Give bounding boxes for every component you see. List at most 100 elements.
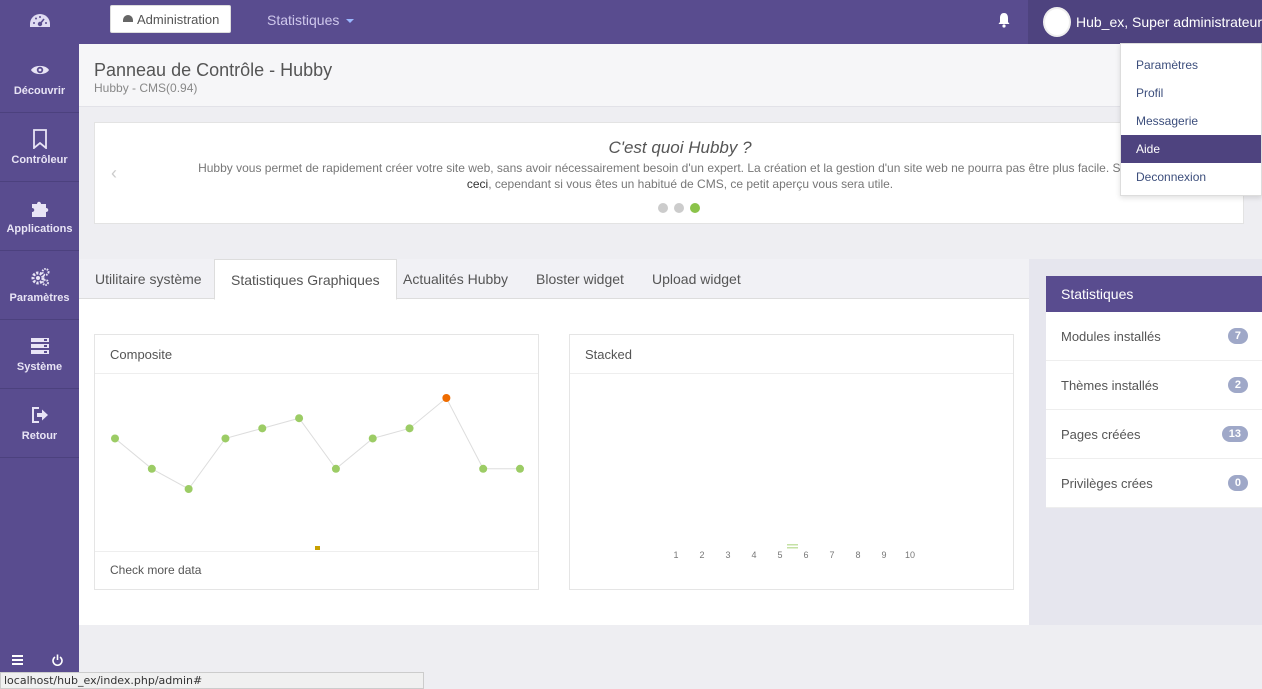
intro-carousel: C'est quoi Hubby ? ‹ Hubby vous permet d…: [94, 122, 1244, 224]
composite-chart: [111, 394, 524, 550]
sidebar-item-label: Système: [16, 360, 63, 373]
dashboard-logo[interactable]: [0, 0, 79, 44]
sidebar-footer: [0, 653, 79, 673]
stacked-chart: 1 2 3 4 5 6 7 8 9 10: [673, 544, 915, 560]
sidebar-item-label: Contrôleur: [11, 153, 68, 166]
page-subtitle: Hubby - CMS(0.94): [94, 81, 198, 95]
data-point: [331, 464, 340, 473]
statistics-box: Statistiques Modules installés 7 Thèmes …: [1046, 276, 1262, 508]
sidebar-item-label: Applications: [6, 222, 73, 235]
highlight-point: [442, 394, 451, 402]
user-dropdown-menu: Paramètres Profil Messagerie Aide Deconn…: [1120, 43, 1262, 196]
data-point: [147, 464, 156, 473]
menu-icon[interactable]: [12, 655, 23, 665]
data-point: [111, 434, 119, 443]
dashboard-icon: [29, 14, 50, 27]
page-header: Panneau de Contrôle - Hubby Hubby - CMS(…: [79, 44, 1262, 107]
caret-down-icon: [346, 19, 355, 23]
statistiques-menu[interactable]: Statistiques: [267, 12, 355, 28]
tick-label: 5: [777, 550, 782, 560]
sidebar-item-label: Paramètres: [9, 291, 70, 304]
data-point: [221, 434, 230, 443]
stacked-card: Stacked 1 2 3 4 5 6 7 8 9 10: [569, 334, 1014, 590]
stat-badge: 13: [1221, 426, 1248, 442]
composite-card: Composite Check more data: [94, 334, 539, 590]
eye-icon: [30, 65, 49, 74]
carousel-text-rest: , cependant si vous êtes un habitué de C…: [488, 177, 894, 191]
tick-label: 3: [725, 550, 730, 560]
sidebar-item-parametres[interactable]: Paramètres: [0, 251, 79, 320]
tick-label: 2: [699, 550, 704, 560]
tab-bloster-widget[interactable]: Bloster widget: [520, 259, 640, 299]
stat-label: Thèmes installés: [1061, 377, 1159, 393]
menu-item-parametres[interactable]: Paramètres: [1121, 51, 1261, 79]
bell-icon[interactable]: [996, 11, 1012, 29]
tab-utilitaire-systeme[interactable]: Utilitaire système: [79, 259, 218, 299]
card-title: Stacked: [570, 335, 1013, 374]
server-icon: [30, 337, 49, 354]
stack-mark: [787, 544, 798, 546]
page-title: Panneau de Contrôle - Hubby: [94, 60, 333, 80]
sidebar-item-controleur[interactable]: Contrôleur: [0, 113, 79, 182]
stat-row-modules[interactable]: Modules installés 7: [1046, 312, 1262, 361]
data-point: [516, 464, 524, 473]
avatar: [1043, 7, 1071, 37]
tick-label: 4: [751, 550, 756, 560]
tick-label: 1: [673, 550, 678, 560]
tabs-panel: Utilitaire système Statistiques Graphiqu…: [79, 259, 1029, 625]
stat-badge: 2: [1227, 377, 1248, 393]
statistics-title: Statistiques: [1046, 276, 1262, 312]
sidebar: Découvrir Contrôleur Applications Paramè…: [0, 44, 79, 689]
tick-label: 6: [803, 550, 808, 560]
tab-actualites-hubby[interactable]: Actualités Hubby: [387, 259, 524, 299]
legend-marker: [315, 546, 320, 550]
carousel-link[interactable]: ceci: [467, 177, 488, 191]
administration-button[interactable]: Administration: [110, 5, 232, 33]
carousel-indicators: [658, 203, 700, 213]
carousel-text: Hubby vous permet de rapidement créer vo…: [198, 161, 1182, 175]
data-point: [479, 464, 488, 473]
tick-label: 10: [905, 550, 915, 560]
power-icon[interactable]: [52, 654, 63, 666]
tab-bar: Utilitaire système Statistiques Graphiqu…: [79, 259, 1029, 300]
carousel-title: C'est quoi Hubby ?: [608, 138, 752, 157]
data-point: [295, 414, 304, 423]
data-point: [368, 434, 377, 443]
tick-label: 8: [855, 550, 860, 560]
menu-item-profil[interactable]: Profil: [1121, 79, 1261, 107]
sidebar-item-applications[interactable]: Applications: [0, 182, 79, 251]
signout-icon: [31, 406, 48, 423]
stat-badge: 0: [1227, 475, 1248, 491]
menu-item-deconnexion[interactable]: Deconnexion: [1121, 163, 1261, 191]
check-more-data-link[interactable]: Check more data: [95, 551, 538, 589]
carousel-dot-active[interactable]: [690, 203, 700, 213]
right-panel: Statistiques Modules installés 7 Thèmes …: [1029, 259, 1262, 625]
stat-badge: 7: [1227, 328, 1248, 344]
stat-row-privileges[interactable]: Privilèges crées 0: [1046, 459, 1262, 508]
stat-label: Modules installés: [1061, 328, 1161, 344]
sidebar-item-decouvrir[interactable]: Découvrir: [0, 44, 79, 113]
data-point: [258, 424, 267, 433]
carousel-text-line2: ceci, cependant si vous êtes un habitué …: [95, 177, 1262, 191]
stat-label: Privilèges crées: [1061, 475, 1153, 491]
tab-upload-widget[interactable]: Upload widget: [636, 259, 757, 299]
menu-item-messagerie[interactable]: Messagerie: [1121, 107, 1261, 135]
menu-item-aide[interactable]: Aide: [1121, 135, 1261, 163]
carousel-dot[interactable]: [658, 203, 668, 213]
user-name: Hub_ex, Super administrateur: [1076, 14, 1262, 30]
stat-row-pages[interactable]: Pages créées 13: [1046, 410, 1262, 459]
carousel-dot[interactable]: [674, 203, 684, 213]
stack-mark: [787, 547, 798, 549]
bookmark-icon: [32, 128, 47, 149]
sidebar-item-systeme[interactable]: Système: [0, 320, 79, 389]
browser-status-url: localhost/hub_ex/index.php/admin#: [0, 672, 424, 689]
user-menu-toggle[interactable]: Hub_ex, Super administrateur: [1028, 0, 1262, 44]
tab-statistiques-graphiques[interactable]: Statistiques Graphiques: [214, 259, 397, 300]
gears-icon: [31, 267, 49, 286]
series-line: [114, 397, 520, 490]
stat-row-themes[interactable]: Thèmes installés 2: [1046, 361, 1262, 410]
statistiques-label: Statistiques: [267, 12, 340, 28]
sidebar-item-retour[interactable]: Retour: [0, 389, 79, 458]
stat-label: Pages créées: [1061, 426, 1141, 442]
sidebar-item-label: Découvrir: [13, 84, 66, 97]
